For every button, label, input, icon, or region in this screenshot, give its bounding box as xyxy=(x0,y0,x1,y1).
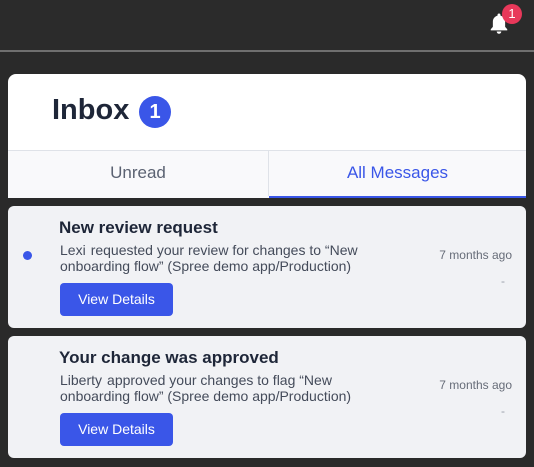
tab-all-messages[interactable]: All Messages xyxy=(269,151,526,198)
message-actor: Lexi xyxy=(60,242,86,258)
inbox-count-badge: 1 xyxy=(139,96,171,128)
page-title: Inbox xyxy=(52,94,130,126)
view-details-button[interactable]: View Details xyxy=(60,283,173,316)
message-text: Lexi requested your review for changes to… xyxy=(60,242,400,274)
unread-indicator xyxy=(23,251,32,260)
message-extra: - xyxy=(501,274,505,288)
inbox-tabs: Unread All Messages xyxy=(8,150,526,198)
message-title: New review request xyxy=(59,218,218,237)
view-details-button[interactable]: View Details xyxy=(60,413,173,446)
inbox-panel: Inbox 1 Unread All Messages xyxy=(8,74,526,198)
message-text: Liberty approved your changes to flag “Ne… xyxy=(60,372,400,404)
message-timestamp: 7 months ago xyxy=(439,378,512,392)
message-title: Your change was approved xyxy=(59,348,279,367)
tab-unread[interactable]: Unread xyxy=(8,151,269,196)
message-actor: Liberty xyxy=(60,372,103,388)
message-body: approved your changes to flag “New onboa… xyxy=(60,372,352,404)
message-card: Your change was approved Liberty approved… xyxy=(8,336,526,458)
message-extra: - xyxy=(501,404,505,418)
message-timestamp: 7 months ago xyxy=(439,248,512,262)
notification-badge: 1 xyxy=(502,4,522,24)
top-bar: 1 xyxy=(0,0,534,52)
message-card: New review request Lexi requested your re… xyxy=(8,206,526,328)
message-body: requested your review for changes to “Ne… xyxy=(60,242,358,274)
